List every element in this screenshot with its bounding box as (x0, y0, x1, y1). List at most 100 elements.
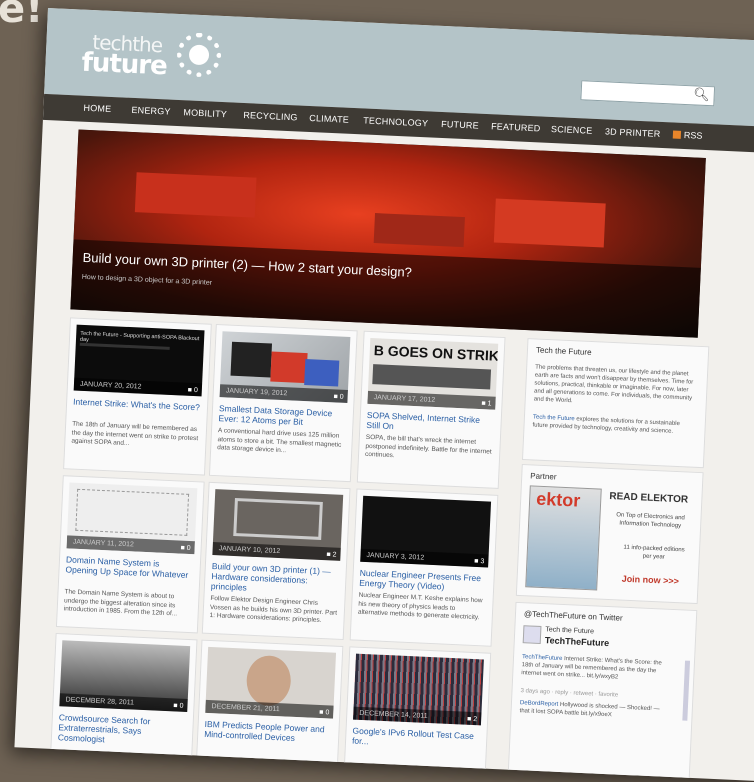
article-card[interactable]: B GOES ON STRIK JANUARY 17, 2012 ■ 1 SOP… (356, 330, 506, 489)
comment-count[interactable]: ■ 0 (333, 393, 343, 400)
map-image (75, 488, 190, 536)
elektor-magazine-cover[interactable]: ektor (525, 485, 602, 591)
comment-count[interactable]: ■ 0 (188, 387, 198, 394)
about-widget: Tech the Future The problems that threat… (521, 338, 710, 469)
about-text-2: Tech the Future explores the solutions f… (532, 414, 681, 435)
memory-card-image (304, 359, 340, 387)
article-excerpt: The 18th of January will be remembered a… (71, 420, 199, 448)
nav-item-energy[interactable]: ENERGY (131, 105, 171, 117)
twitter-heading: @TechTheFuture on Twitter (523, 609, 623, 623)
article-card[interactable]: JANUARY 11, 2012 ■ 0 Domain Name System … (55, 475, 205, 634)
article-title[interactable]: Domain Name System is Opening Up Space f… (65, 554, 194, 580)
article-thumbnail[interactable]: JANUARY 10, 2012 ■ 2 (212, 489, 344, 561)
article-card[interactable]: Tech the Future - Supporting anti-SOPA B… (63, 317, 212, 476)
comment-count[interactable]: ■ 0 (173, 702, 183, 709)
article-card[interactable]: DECEMBER 14, 2011 ■ 2 Google's IPv6 Roll… (342, 646, 492, 782)
partner-heading: Partner (530, 471, 557, 482)
nav-item-recycling[interactable]: RECYCLING (243, 110, 298, 122)
nav-item-future[interactable]: FUTURE (441, 119, 479, 131)
tweet-user-link[interactable]: TechTheFuture (522, 654, 563, 662)
article-card[interactable]: DECEMBER 28, 2011 ■ 0 Crowdsource Search… (48, 632, 198, 782)
search-input[interactable]: 🔍︎ (580, 80, 716, 107)
nav-item-home[interactable]: HOME (83, 103, 111, 114)
printer-frame-image (233, 497, 323, 540)
rss-label: RSS (683, 129, 703, 141)
article-thumbnail[interactable]: B GOES ON STRIK JANUARY 17, 2012 ■ 1 (367, 337, 499, 410)
article-date: JANUARY 3, 2012 (360, 548, 489, 568)
floppy-disk-image (230, 341, 273, 378)
magazine-brand: ektor (535, 488, 581, 511)
article-title[interactable]: IBM Predicts People Power and Mind-contr… (204, 719, 333, 745)
nav-item-climate[interactable]: CLIMATE (309, 113, 349, 125)
article-card[interactable]: JANUARY 19, 2012 ■ 0 Smallest Data Stora… (208, 323, 358, 483)
comment-count[interactable]: ■ 0 (319, 709, 329, 716)
read-elektor-heading: READ ELEKTOR (609, 490, 689, 506)
partner-widget: Partner ektor READ ELEKTOR On Top of Ele… (515, 463, 704, 605)
nav-item-3d-printer[interactable]: 3D PRINTER (605, 126, 661, 139)
article-thumbnail[interactable]: JANUARY 19, 2012 ■ 0 (219, 331, 351, 403)
search-icon[interactable]: 🔍︎ (693, 86, 710, 103)
article-title[interactable]: Google's IPv6 Rollout Test Case for... (352, 726, 481, 752)
nav-item-mobility[interactable]: MOBILITY (183, 107, 227, 119)
tweet-item: DeBordReport Hollywood is shocked — Shoc… (519, 699, 670, 722)
article-excerpt: Follow Elektor Design Engineer Chris Vos… (209, 594, 338, 625)
gear-globe-icon (176, 31, 223, 78)
tweet-item: TechTheFuture Internet Strike: What's th… (521, 653, 672, 684)
article-card[interactable]: DECEMBER 21, 2011 ■ 0 IBM Predicts Peopl… (194, 639, 344, 782)
hero-subtitle: How to design a 3D object for a 3D print… (81, 273, 213, 287)
hero-image-object (373, 213, 465, 248)
article-thumbnail[interactable]: Tech the Future - Supporting anti-SOPA B… (73, 324, 205, 397)
tweet-scrollbar[interactable] (682, 660, 691, 721)
article-excerpt: Nuclear Engineer M.T. Keshe explains how… (357, 591, 483, 622)
twitter-avatar[interactable] (522, 625, 542, 645)
article-title[interactable]: SOPA Shelved, Internet Strike Still On (366, 410, 495, 436)
article-excerpt: SOPA, the bill that's wreck the internet… (364, 433, 492, 460)
twitter-name: Tech the Future (545, 626, 595, 636)
nav-item-technology[interactable]: TECHNOLOGY (363, 115, 428, 128)
logo-text-bottom: future (80, 47, 168, 82)
article-title[interactable]: Build your own 3D printer (1) — Hardware… (211, 561, 340, 597)
article-thumbnail[interactable]: DECEMBER 21, 2011 ■ 0 (205, 646, 337, 719)
hero-image-object (493, 198, 606, 248)
person-photo (245, 654, 292, 707)
rss-link[interactable]: RSS (672, 129, 703, 141)
article-date: JANUARY 10, 2012 (212, 542, 341, 561)
article-title[interactable]: Smallest Data Storage Device Ever: 12 At… (218, 403, 347, 429)
article-card[interactable]: JANUARY 3, 2012 ■ 3 Nuclear Engineer Pre… (349, 488, 499, 647)
site-logo[interactable]: techthe future (81, 22, 234, 89)
article-title[interactable]: Crowdsource Search for Extraterrestrials… (58, 712, 187, 748)
article-date: JANUARY 19, 2012 (219, 384, 348, 403)
article-excerpt: A conventional hard drive uses 125 milli… (217, 427, 342, 455)
article-thumbnail[interactable]: JANUARY 11, 2012 ■ 0 (66, 482, 198, 555)
partner-tagline: On Top of Electronics and Information Te… (616, 512, 685, 530)
join-now-link[interactable]: Join now >>> (621, 574, 679, 587)
comment-count[interactable]: ■ 2 (467, 716, 477, 723)
nav-item-science[interactable]: SCIENCE (551, 124, 593, 136)
article-date: JANUARY 11, 2012 (66, 535, 195, 555)
article-date: DECEMBER 28, 2011 (59, 693, 188, 713)
article-title[interactable]: Internet Strike: What's the Score? (73, 397, 201, 413)
about-heading: Tech the Future (535, 345, 592, 358)
article-thumbnail[interactable]: DECEMBER 28, 2011 ■ 0 (59, 640, 191, 713)
thumbnail-caption: B GOES ON STRIK (373, 342, 499, 364)
hero-image-object (134, 172, 257, 218)
twitter-widget: @TechTheFuture on Twitter Tech the Futur… (507, 601, 698, 782)
article-thumbnail[interactable]: DECEMBER 14, 2011 ■ 2 (353, 653, 484, 726)
nav-item-featured[interactable]: FEATURED (491, 121, 541, 133)
thumbnail-banner (372, 364, 492, 390)
about-link[interactable]: Tech the Future (533, 414, 575, 422)
partner-editions: 11 info-packed editions per year (623, 544, 685, 561)
featured-slider[interactable]: Build your own 3D printer (2) — How 2 st… (70, 129, 706, 338)
tweet-user-link[interactable]: DeBordReport (520, 700, 559, 708)
comment-count[interactable]: ■ 1 (481, 400, 491, 407)
article-card[interactable]: JANUARY 10, 2012 ■ 2 Build your own 3D p… (201, 481, 351, 641)
comment-count[interactable]: ■ 3 (474, 558, 484, 565)
article-excerpt: The Domain Name System is about to under… (63, 588, 178, 618)
twitter-handle[interactable]: TechTheFuture (545, 635, 610, 648)
about-text: The problems that threaten us, our lifes… (533, 364, 694, 405)
article-date: JANUARY 17, 2012 (367, 390, 496, 410)
article-title[interactable]: Nuclear Engineer Presents Free Energy Th… (359, 568, 488, 594)
comment-count[interactable]: ■ 2 (326, 551, 336, 558)
comment-count[interactable]: ■ 0 (180, 545, 190, 552)
article-thumbnail[interactable]: JANUARY 3, 2012 ■ 3 (360, 495, 492, 568)
